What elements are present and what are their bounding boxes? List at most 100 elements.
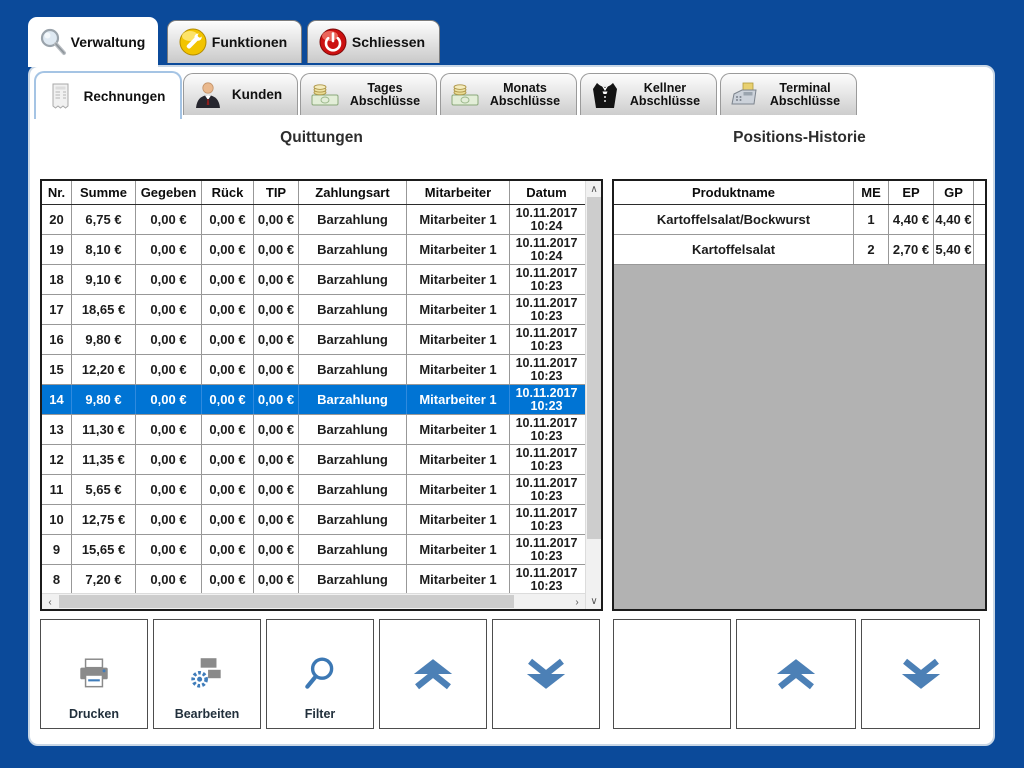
receipt-cell: 12 [42,445,72,474]
receipt-cell: Mitarbeiter 1 [407,325,510,354]
tab-schliessen[interactable]: Schliessen [307,20,440,63]
scroll-page-down-left-button[interactable] [492,619,600,729]
subtab-rechnungen-label: Rechnungen [75,90,180,103]
subtab-label-line: Kunden [232,87,282,102]
receipt-date: 10.11.2017 [516,537,578,550]
col-zahlungsart: Zahlungsart [299,181,407,204]
receipt-date: 10.11.2017 [516,327,578,340]
receipts-vertical-scrollbar[interactable]: ∧ ∨ [585,181,601,609]
receipt-cell: 19 [42,235,72,264]
subtab-label-line: Monats [503,81,547,95]
horizontal-scroll-thumb[interactable] [59,595,514,608]
col-nr: Nr. [42,181,72,204]
receipts-title: Quittungen [40,129,603,147]
filter-button[interactable]: Filter [266,619,374,729]
receipt-date-cell: 10.11.201710:23 [510,355,583,384]
receipt-cell: 18 [42,265,72,294]
receipt-cell: 0,00 € [136,235,202,264]
subtab-monats-abschluesse[interactable]: Monats Abschlüsse [440,73,577,115]
col-produktname: Produktname [614,181,854,204]
receipt-date: 10.11.2017 [516,507,578,520]
magnifier-icon [38,27,68,57]
positions-table-header: Produktname ME EP GP [614,181,985,205]
receipt-row[interactable]: 87,20 €0,00 €0,00 €0,00 €BarzahlungMitar… [42,565,601,595]
drucken-button[interactable]: Drucken [40,619,148,729]
subtab-label-line: Abschlüsse [490,94,560,108]
subtab-kunden[interactable]: Kunden [183,73,298,115]
tab-funktionen[interactable]: Funktionen [167,20,302,63]
receipt-cell: 0,00 € [202,325,254,354]
receipt-row[interactable]: 1311,30 €0,00 €0,00 €0,00 €BarzahlungMit… [42,415,601,445]
receipt-row[interactable]: 149,80 €0,00 €0,00 €0,00 €BarzahlungMita… [42,385,601,415]
receipt-row[interactable]: 198,10 €0,00 €0,00 €0,00 €BarzahlungMita… [42,235,601,265]
receipt-date: 10.11.2017 [516,267,578,280]
vertical-scroll-thumb[interactable] [587,197,601,539]
receipt-cell: 0,00 € [202,385,254,414]
receipt-cell: 7,20 € [72,565,136,594]
receipt-row[interactable]: 1512,20 €0,00 €0,00 €0,00 €BarzahlungMit… [42,355,601,385]
bearbeiten-button[interactable]: Bearbeiten [153,619,261,729]
blank-button[interactable] [613,619,731,729]
receipt-row[interactable]: 915,65 €0,00 €0,00 €0,00 €BarzahlungMita… [42,535,601,565]
receipt-row[interactable]: 169,80 €0,00 €0,00 €0,00 €BarzahlungMita… [42,325,601,355]
receipt-cell: 0,00 € [202,445,254,474]
scroll-down-icon[interactable]: ∨ [586,593,602,609]
receipt-cell: 11 [42,475,72,504]
receipt-cell: Mitarbeiter 1 [407,565,510,594]
receipt-row[interactable]: 115,65 €0,00 €0,00 €0,00 €BarzahlungMita… [42,475,601,505]
receipt-date-cell: 10.11.201710:23 [510,325,583,354]
receipt-time: 10:23 [531,400,563,413]
tab-verwaltung[interactable]: Verwaltung [28,17,158,67]
col-datum: Datum [510,181,583,204]
receipt-cell: Barzahlung [299,295,407,324]
receipt-date: 10.11.2017 [516,207,578,220]
scroll-up-icon[interactable]: ∧ [586,181,602,197]
position-cell: Kartoffelsalat/Bockwurst [614,205,854,234]
receipt-date-cell: 10.11.201710:23 [510,295,583,324]
subtab-terminal-abschluesse[interactable]: Terminal Abschlüsse [720,73,857,115]
receipt-row[interactable]: 1211,35 €0,00 €0,00 €0,00 €BarzahlungMit… [42,445,601,475]
receipt-cell: Barzahlung [299,205,407,234]
receipt-cell: 20 [42,205,72,234]
receipt-row[interactable]: 1012,75 €0,00 €0,00 €0,00 €BarzahlungMit… [42,505,601,535]
receipt-date-cell: 10.11.201710:23 [510,565,583,594]
subtab-rechnungen[interactable]: Rechnungen [34,71,182,119]
subtab-label-line: Kellner [644,81,686,95]
receipt-cell: 0,00 € [202,265,254,294]
receipt-date: 10.11.2017 [516,447,578,460]
receipts-horizontal-scrollbar[interactable]: ‹ › [42,593,585,609]
receipt-cell: 0,00 € [254,265,299,294]
receipt-row[interactable]: 1718,65 €0,00 €0,00 €0,00 €BarzahlungMit… [42,295,601,325]
position-cell: Kartoffelsalat [614,235,854,264]
receipt-cell: 0,00 € [202,565,254,594]
receipt-cell: 0,00 € [136,475,202,504]
subtab-kunden-label: Kunden [223,88,297,101]
receipt-date-cell: 10.11.201710:23 [510,265,583,294]
edit-icon [187,655,227,693]
receipt-cell: 0,00 € [254,415,299,444]
position-row[interactable]: Kartoffelsalat/Bockwurst14,40 €4,40 € [614,205,985,235]
receipt-icon [45,81,75,111]
receipt-row[interactable]: 206,75 €0,00 €0,00 €0,00 €BarzahlungMita… [42,205,601,235]
scroll-right-icon[interactable]: › [569,594,585,610]
receipt-cell: 0,00 € [254,295,299,324]
scroll-page-up-right-button[interactable] [736,619,856,729]
receipt-cell: 0,00 € [254,535,299,564]
receipt-cell: Mitarbeiter 1 [407,445,510,474]
scroll-page-up-left-button[interactable] [379,619,487,729]
scroll-page-down-right-button[interactable] [861,619,980,729]
receipts-table: Nr. Summe Gegeben Rück TIP Zahlungsart M… [40,179,603,611]
subtab-tages-abschluesse[interactable]: Tages Abschlüsse [300,73,437,115]
subtab-kellner-abschluesse[interactable]: Kellner Abschlüsse [580,73,717,115]
receipt-date: 10.11.2017 [516,387,578,400]
position-row[interactable]: Kartoffelsalat22,70 €5,40 € [614,235,985,265]
positions-table: Produktname ME EP GP Kartoffelsalat/Bock… [612,179,987,611]
receipt-row[interactable]: 189,10 €0,00 €0,00 €0,00 €BarzahlungMita… [42,265,601,295]
receipt-cell: 0,00 € [254,475,299,504]
positions-empty-area [614,265,985,609]
receipt-date: 10.11.2017 [516,237,578,250]
scroll-left-icon[interactable]: ‹ [42,594,58,610]
receipt-cell: 15 [42,355,72,384]
receipt-cell: Barzahlung [299,475,407,504]
position-cell: 5,40 € [934,235,974,264]
